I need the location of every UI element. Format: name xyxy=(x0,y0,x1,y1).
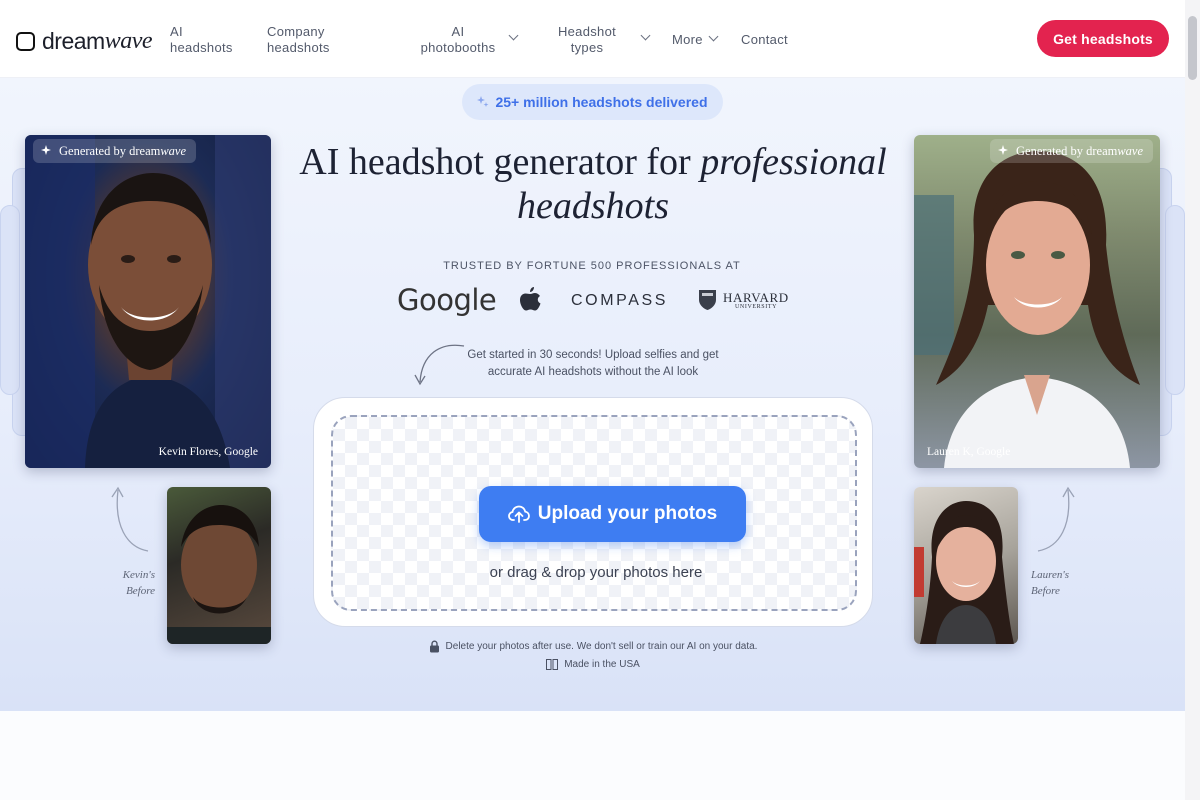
get-started-note: Get started in 30 seconds! Upload selfie… xyxy=(467,349,719,378)
curved-arrow-icon xyxy=(414,344,465,386)
lauren-before-word: Before xyxy=(1031,585,1060,597)
page-title: AI headshot generator for professional h… xyxy=(296,140,890,228)
nav-ai-photobooths-line1: AI xyxy=(451,24,465,39)
nav-company-headshots[interactable]: Company headshots xyxy=(267,24,330,56)
harvard-logo-sub: UNIVERSITY xyxy=(735,304,777,310)
kevin-before-portrait xyxy=(167,505,271,644)
generated-by-tag-left: Generated by dream wave xyxy=(33,139,197,163)
us-flag-icon xyxy=(546,659,559,670)
before-photo-lauren xyxy=(914,487,1018,644)
logo-text-suffix: wave xyxy=(104,28,153,54)
logo[interactable]: dream wave xyxy=(16,28,153,55)
made-in-usa-text: Made in the USA xyxy=(564,659,640,670)
nav-ai-headshots[interactable]: AI headshots xyxy=(170,24,233,56)
nav-contact[interactable]: Contact xyxy=(741,32,788,48)
logo-text-prefix: dream xyxy=(42,28,105,54)
logo-mark-icon xyxy=(16,32,35,51)
headline-italic-2: headshots xyxy=(517,185,669,227)
nav-contact-label: Contact xyxy=(741,32,788,47)
nav-ai-headshots-line1: AI xyxy=(170,24,183,39)
generated-by-text-left: Generated by dream xyxy=(59,143,161,158)
chevron-down-icon xyxy=(640,30,651,41)
harvard-shield-icon xyxy=(699,290,716,310)
compass-logo: COMPASS xyxy=(571,292,669,309)
nav-ai-photobooths-line2: photobooths xyxy=(420,40,496,55)
arrow-up-icon xyxy=(1037,486,1075,552)
lock-icon xyxy=(429,640,439,653)
generated-headshot-lauren: Generated by dream wave Lauren K, Google xyxy=(914,135,1160,468)
headshots-delivered-badge: 25+ million headshots delivered xyxy=(462,84,723,120)
lauren-before-label: Lauren's Before xyxy=(1031,567,1069,599)
get-headshots-button[interactable]: Get headshots xyxy=(1037,20,1169,57)
generated-by-text-right: Generated by dream xyxy=(1016,143,1118,158)
scrollbar-thumb[interactable] xyxy=(1188,16,1197,80)
generated-by-tag-right: Generated by dream wave xyxy=(990,139,1154,163)
upload-photos-label: Upload your photos xyxy=(537,503,718,524)
page: dream wave AI headshots Company headshots… xyxy=(0,0,1200,800)
sparkle-icon xyxy=(998,145,1008,155)
badge-text: 25+ million headshots delivered xyxy=(495,94,708,110)
chevron-down-icon xyxy=(708,31,719,42)
nav-company-headshots-line2: headshots xyxy=(267,40,330,55)
nav-company-headshots-line1: Company xyxy=(267,24,325,39)
google-logo: Google xyxy=(397,283,497,317)
before-photo-kevin xyxy=(167,487,271,644)
nav-ai-headshots-line2: headshots xyxy=(170,40,233,55)
drag-drop-text: or drag & drop your photos here xyxy=(489,564,703,581)
made-in-usa: Made in the USA xyxy=(500,659,686,670)
lauren-before-name: Lauren's xyxy=(1031,569,1070,581)
upload-photos-button[interactable]: Upload your photos xyxy=(479,486,746,542)
privacy-note: Delete your photos after use. We don't s… xyxy=(400,640,786,653)
lauren-before-portrait xyxy=(914,501,1014,644)
kevin-before-name: Kevin's xyxy=(122,569,155,581)
nav-headshot-types-line2: types xyxy=(570,40,604,55)
arrow-up-icon xyxy=(111,486,149,552)
headline-italic-1: professional xyxy=(700,141,887,183)
nav-ai-photobooths[interactable]: AI photobooths xyxy=(416,24,526,56)
generated-by-brand-left: wave xyxy=(160,143,187,158)
page-scrollbar[interactable] xyxy=(1185,0,1200,800)
cloud-upload-icon xyxy=(507,505,530,523)
sparkle-icon xyxy=(477,96,489,107)
sparkle-icon xyxy=(41,145,51,155)
trusted-by-label: TRUSTED BY FORTUNE 500 PROFESSIONALS AT xyxy=(443,260,741,272)
card-stack-right-back-2 xyxy=(1165,205,1185,395)
nav-more-label: More xyxy=(672,32,703,47)
chevron-down-icon xyxy=(508,30,519,41)
lauren-caption: Lauren K, Google xyxy=(927,446,1011,458)
kevin-portrait xyxy=(25,135,271,468)
top-nav: dream wave AI headshots Company headshots… xyxy=(0,0,1185,78)
apple-logo-icon xyxy=(520,287,541,311)
upload-card: Upload your photos or drag & drop your p… xyxy=(313,397,873,627)
privacy-text: Delete your photos after use. We don't s… xyxy=(445,641,758,652)
nav-headshot-types-line1: Headshot xyxy=(557,24,617,39)
photo-dropzone[interactable]: Upload your photos or drag & drop your p… xyxy=(331,415,857,611)
headline-plain: AI headshot generator for xyxy=(299,141,691,183)
kevin-caption: Kevin Flores, Google xyxy=(158,446,258,458)
kevin-before-word: Before xyxy=(126,585,155,597)
kevin-before-label: Kevin's Before xyxy=(118,567,155,599)
nav-more[interactable]: More xyxy=(672,31,724,48)
nav-headshot-types[interactable]: Headshot types xyxy=(554,24,654,56)
card-stack-left-back-2 xyxy=(0,205,20,395)
generated-headshot-kevin: Generated by dream wave Kevin Flores, Goo… xyxy=(25,135,271,468)
lauren-portrait xyxy=(914,151,1140,468)
generated-by-brand-right: wave xyxy=(1117,143,1144,158)
